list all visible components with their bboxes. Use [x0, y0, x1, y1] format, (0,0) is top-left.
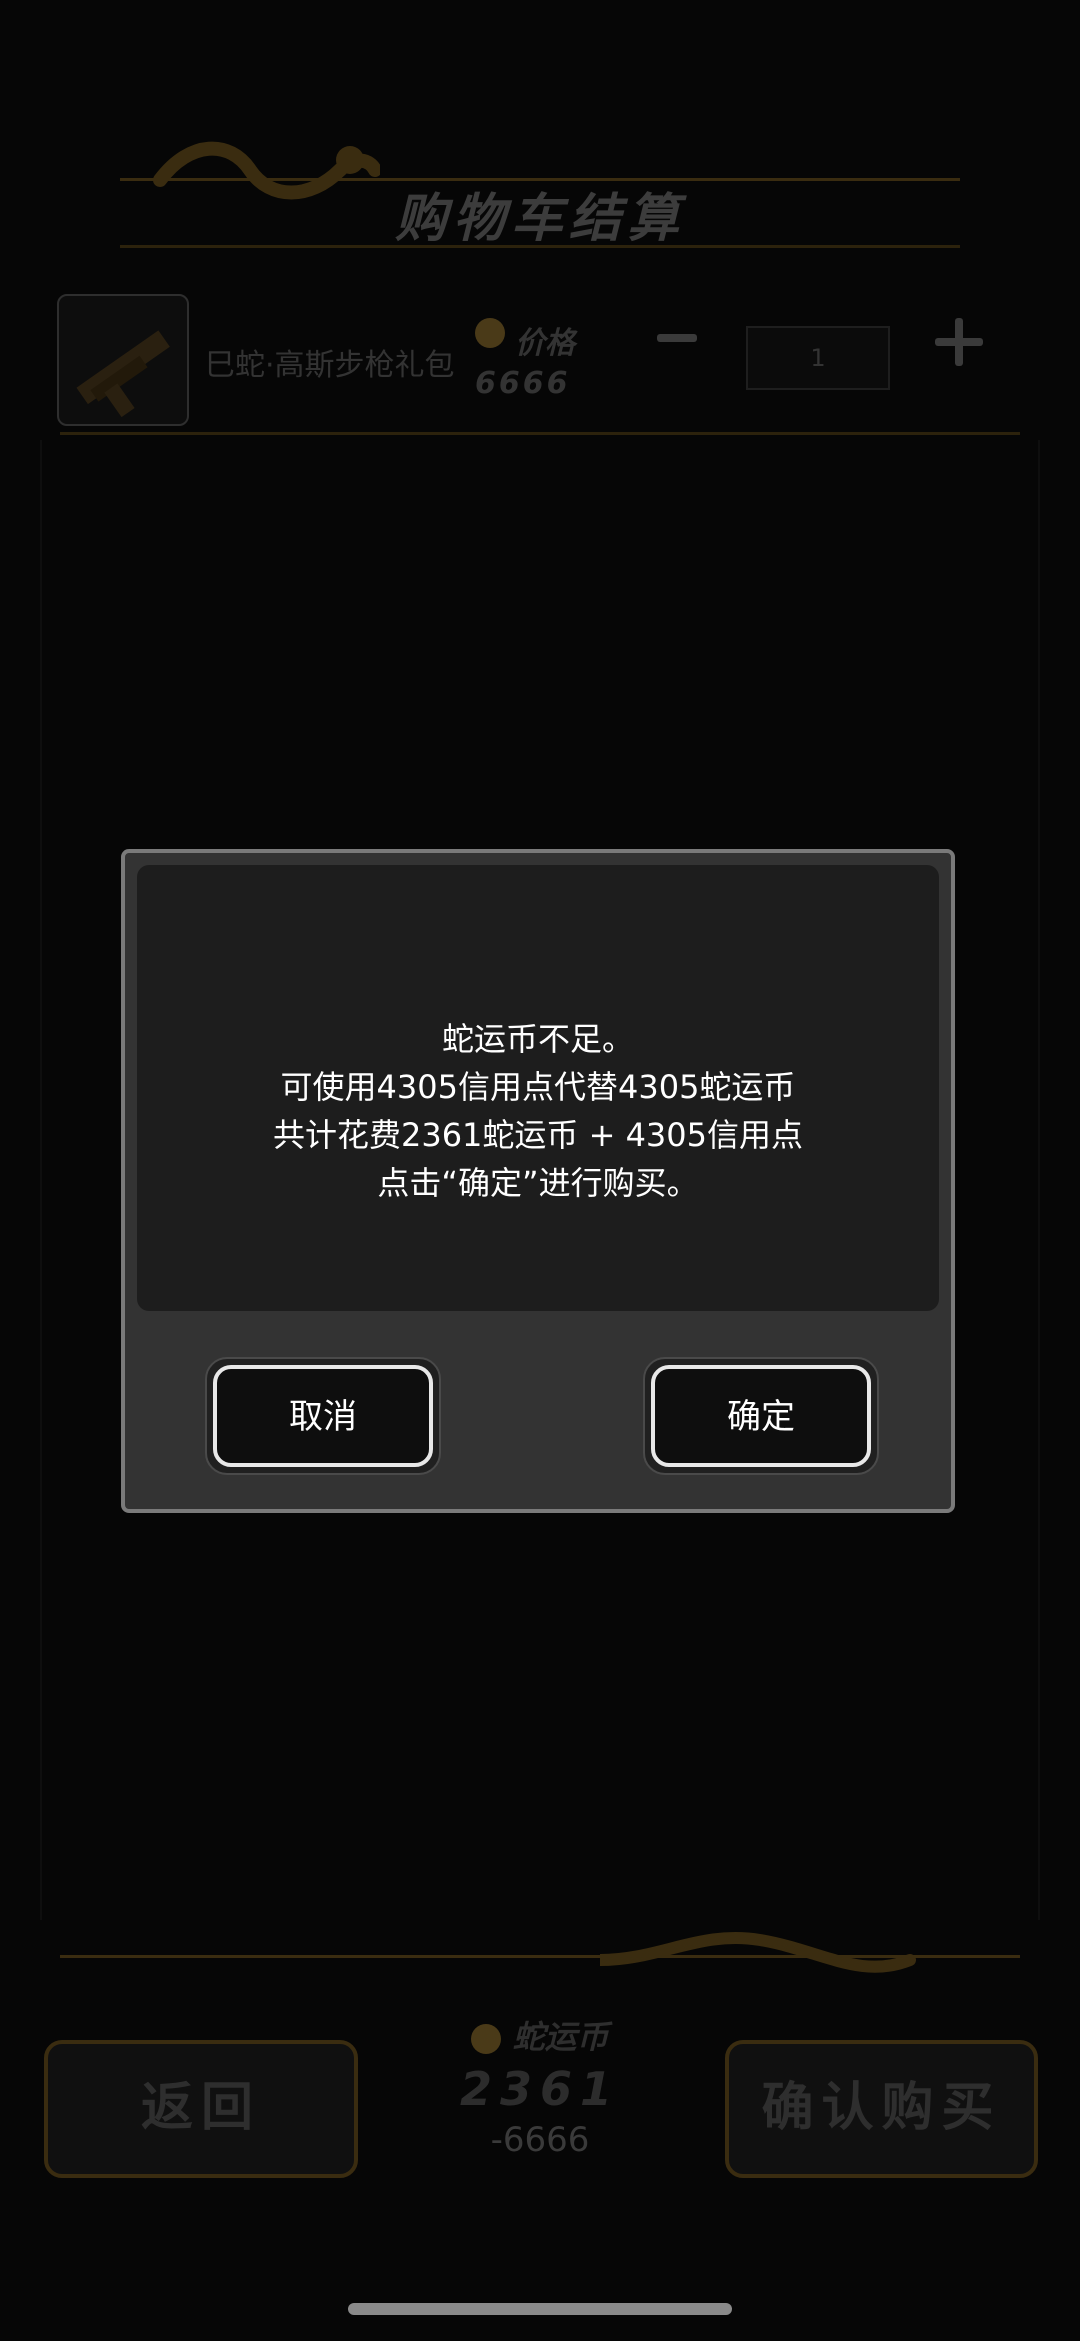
- home-indicator[interactable]: [348, 2303, 732, 2315]
- currency-label: 蛇运币: [512, 2018, 609, 2056]
- item-name: 巳蛇·高斯步枪礼包: [205, 348, 455, 383]
- dialog-message-panel: 蛇运币不足。 可使用4305信用点代替4305蛇运币 共计花费2361蛇运币 +…: [137, 865, 939, 1311]
- cancel-button[interactable]: 取消: [213, 1365, 433, 1467]
- row-divider: [60, 432, 1020, 435]
- increase-quantity-button[interactable]: [935, 318, 983, 366]
- coin-icon: [471, 2024, 502, 2054]
- rifle-icon: [76, 330, 170, 418]
- cancel-button-frame: 取消: [205, 1357, 441, 1475]
- back-button[interactable]: 返回: [44, 2040, 358, 2178]
- coin-icon: [475, 318, 505, 348]
- dialog-line: 共计花费2361蛇运币 + 4305信用点: [272, 1116, 804, 1154]
- currency-value: 2361: [459, 2062, 621, 2116]
- insufficient-funds-dialog: 蛇运币不足。 可使用4305信用点代替4305蛇运币 共计花费2361蛇运币 +…: [121, 849, 955, 1513]
- header-divider-bottom: [120, 245, 960, 248]
- price-label: 价格: [515, 326, 575, 361]
- dialog-line: 点击“确定”进行购买。: [377, 1164, 699, 1202]
- back-button-label: 返回: [140, 2078, 261, 2138]
- dialog-line: 蛇运币不足。: [441, 1020, 634, 1058]
- decrease-quantity-button[interactable]: [657, 334, 697, 342]
- snake-tail-ornament-icon: [600, 1931, 916, 1973]
- item-price: 价格 6666: [475, 318, 645, 418]
- currency-delta: -6666: [490, 2120, 590, 2160]
- bottom-divider: [60, 1955, 1020, 1958]
- item-thumbnail[interactable]: [57, 294, 189, 426]
- confirm-purchase-label: 确认购买: [761, 2078, 1002, 2138]
- dialog-line: 可使用4305信用点代替4305蛇运币: [280, 1068, 796, 1106]
- page-title: 购物车结算: [394, 189, 685, 249]
- ok-button-frame: 确定: [643, 1357, 879, 1475]
- cart-item-row: 巳蛇·高斯步枪礼包 价格 6666 1: [40, 290, 1040, 430]
- currency-display: 蛇运币 2361 -6666: [410, 2012, 670, 2160]
- price-value: 6666: [475, 366, 571, 401]
- confirm-purchase-button[interactable]: 确认购买: [725, 2040, 1038, 2178]
- ok-button[interactable]: 确定: [651, 1365, 871, 1467]
- dialog-message: 蛇运币不足。 可使用4305信用点代替4305蛇运币 共计花费2361蛇运币 +…: [137, 1015, 939, 1207]
- quantity-field[interactable]: 1: [746, 326, 890, 390]
